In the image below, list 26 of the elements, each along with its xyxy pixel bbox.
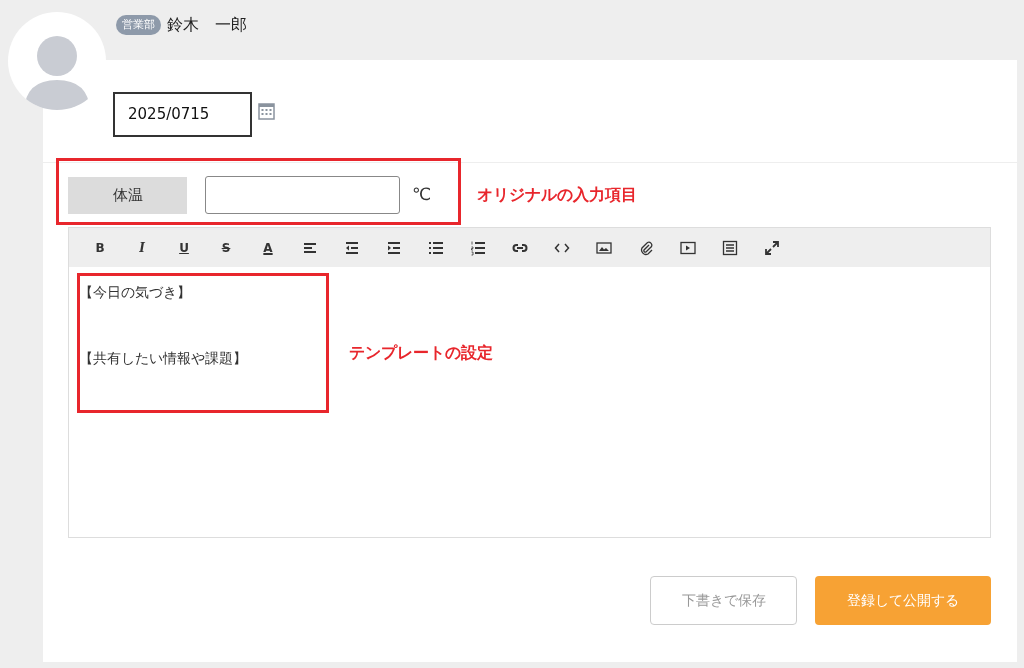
annotation-label: オリジナルの入力項目: [477, 184, 638, 206]
bold-button[interactable]: B: [95, 238, 105, 257]
numbers-icon[interactable]: [470, 239, 486, 256]
editor-text-line: 【今日の気づき】: [79, 283, 192, 302]
rich-text-editor[interactable]: B I U S A 【今日の気づき】 【共有したい情報や課題】 テンプレートの設定: [68, 227, 991, 538]
user-name: 鈴木 一郎: [167, 14, 247, 36]
indent-icon[interactable]: [386, 239, 402, 256]
italic-button[interactable]: I: [139, 238, 145, 257]
color-button[interactable]: A: [263, 238, 273, 257]
unit-label: ℃: [412, 183, 432, 207]
department-badge: 営業部: [116, 14, 161, 36]
strike-button[interactable]: S: [221, 238, 231, 257]
date-field[interactable]: 2025/0715: [113, 92, 252, 137]
image-icon[interactable]: [596, 239, 612, 256]
fullscreen-icon[interactable]: [764, 239, 780, 256]
temperature-input[interactable]: [205, 176, 400, 214]
annotation-label: テンプレートの設定: [349, 342, 493, 364]
video-icon[interactable]: [680, 239, 696, 256]
editor-text-line: 【共有したい情報や課題】: [79, 349, 248, 368]
temperature-label: 体温: [68, 176, 187, 214]
bullets-icon[interactable]: [428, 239, 444, 256]
block-icon[interactable]: [722, 239, 738, 256]
underline-button[interactable]: U: [179, 238, 189, 257]
attach-icon[interactable]: [638, 239, 654, 256]
calendar-icon[interactable]: [258, 102, 275, 120]
outdent-icon[interactable]: [344, 239, 360, 256]
